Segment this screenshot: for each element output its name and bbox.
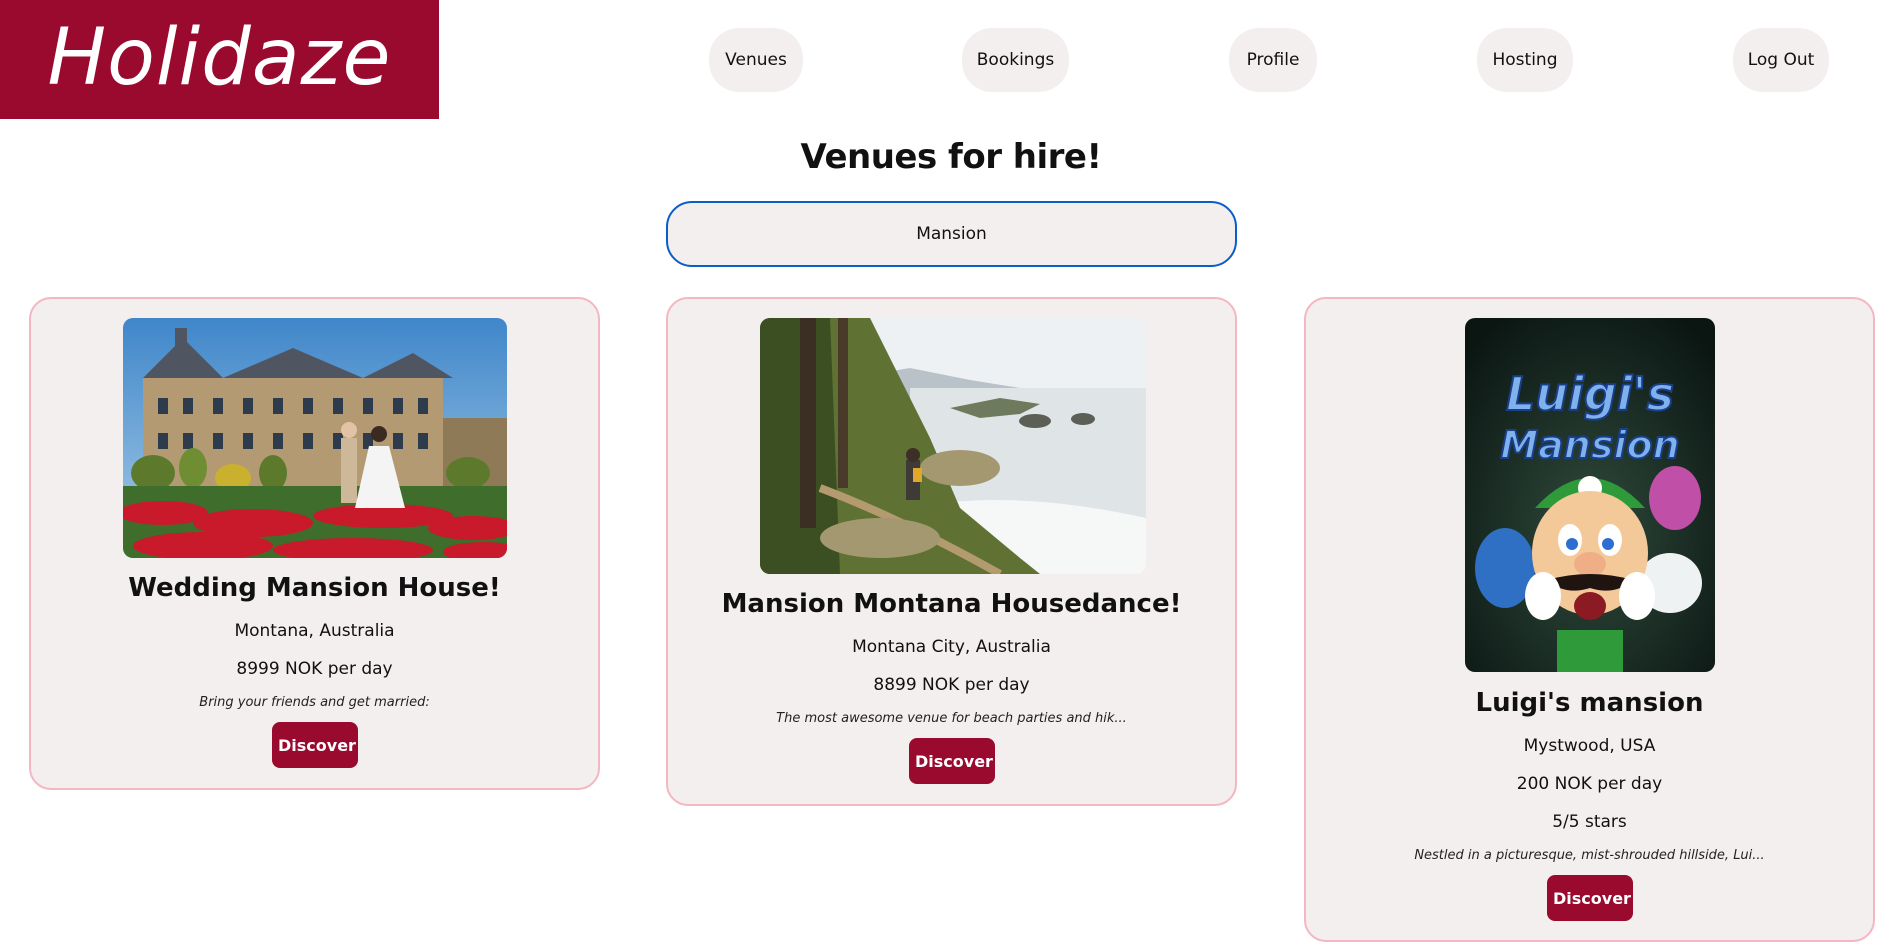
venue-title: Mansion Montana Housedance! — [721, 589, 1182, 619]
nav-hosting-button[interactable]: Hosting — [1477, 28, 1573, 92]
venue-location: Montana City, Australia — [852, 637, 1051, 657]
page-title: Venues for hire! — [800, 137, 1102, 177]
venue-location: Montana, Australia — [234, 621, 395, 641]
venue-card: Luigi's Mansion Luigi's mansion Mystwood… — [1304, 297, 1875, 942]
logo-text: Holidaze — [47, 12, 392, 103]
venue-rating: 5/5 stars — [1552, 812, 1627, 832]
venue-price: 8899 NOK per day — [873, 675, 1030, 695]
venue-price: 200 NOK per day — [1516, 774, 1663, 794]
nav-bookings-button[interactable]: Bookings — [962, 28, 1069, 92]
venue-description: The most awesome venue for beach parties… — [776, 711, 1127, 726]
venue-card: Wedding Mansion House! Montana, Australi… — [29, 297, 600, 790]
discover-button[interactable]: Discover — [272, 722, 358, 768]
nav-logout-button[interactable]: Log Out — [1733, 28, 1829, 92]
discover-button[interactable]: Discover — [1547, 875, 1633, 921]
nav-profile-button[interactable]: Profile — [1229, 28, 1317, 92]
venue-title: Luigi's mansion — [1475, 688, 1704, 718]
venue-card: Mansion Montana Housedance! Montana City… — [666, 297, 1237, 806]
venue-image[interactable] — [760, 318, 1146, 574]
venue-location: Mystwood, USA — [1523, 736, 1656, 756]
venue-price: 8999 NOK per day — [236, 659, 393, 679]
svg-text:Mansion: Mansion — [1500, 423, 1679, 467]
venue-image[interactable] — [123, 318, 507, 558]
venue-description: Bring your friends and get married: — [199, 695, 430, 710]
search-input[interactable] — [666, 201, 1237, 267]
cover-art-lettering: Luigi's — [1506, 367, 1674, 421]
logo[interactable]: Holidaze — [0, 0, 439, 119]
discover-button[interactable]: Discover — [909, 738, 995, 784]
nav-venues-button[interactable]: Venues — [709, 28, 803, 92]
venue-title: Wedding Mansion House! — [128, 573, 501, 603]
venue-description: Nestled in a picturesque, mist-shrouded … — [1414, 848, 1765, 863]
venue-image[interactable]: Luigi's Mansion — [1465, 318, 1715, 672]
